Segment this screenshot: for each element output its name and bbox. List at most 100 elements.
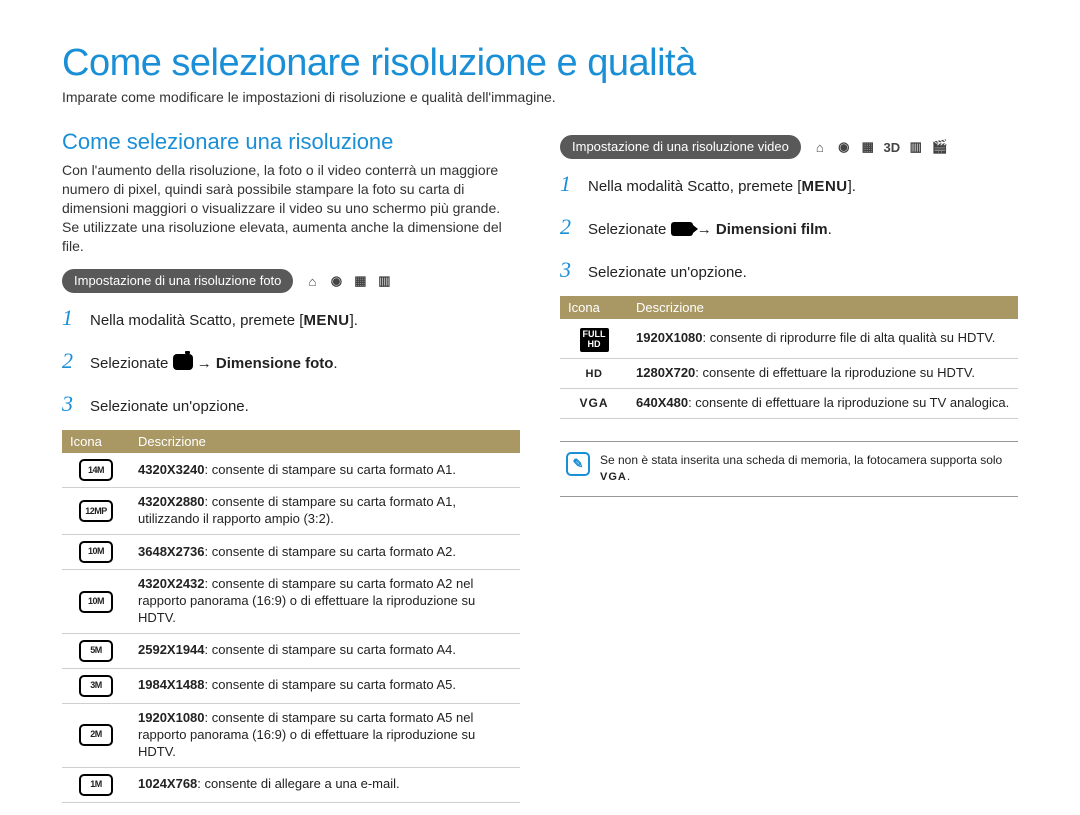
table-row: 5M 2592X1944: consente di stampare su car… — [62, 633, 520, 668]
auto-mode-icon: ⌂ — [303, 273, 321, 289]
resolution-icon-cell: 10M — [62, 570, 130, 634]
step-text: Nella modalità Scatto, premete [MENU]. — [90, 310, 358, 333]
video-resolution-pill: Impostazione di una risoluzione video — [560, 135, 801, 159]
table-row: VGA 640X480: consente di effettuare la ri… — [560, 388, 1018, 418]
photo-resolution-pill: Impostazione di una risoluzione foto — [62, 269, 293, 293]
step-item: 3 Selezionate un'opzione. — [560, 253, 1018, 286]
video-desc-cell: 1920X1080: consente di riprodurre file d… — [628, 319, 1018, 358]
step-number: 1 — [62, 301, 78, 334]
movie-mode-icon: 🎬 — [931, 139, 949, 155]
resolution-value: 4320X2880 — [138, 494, 205, 509]
resolution-value: 4320X2432 — [138, 576, 205, 591]
step-item: 1 Nella modalità Scatto, premete [MENU]. — [62, 301, 520, 334]
3d-mode-icon: 3D — [883, 139, 901, 155]
resolution-value: 1920X1080 — [138, 710, 205, 725]
video-icon-cell: VGA — [560, 388, 628, 418]
table-header-icon: Icona — [62, 430, 130, 453]
video-resolution-value: 1920X1080 — [636, 330, 703, 345]
dual-mode-icon: ▥ — [375, 273, 393, 289]
step-item: 2 Selezionate → Dimensioni film. — [560, 210, 1018, 243]
right-column: Impostazione di una risoluzione video ⌂ … — [560, 129, 1018, 803]
video-resolution-value: 1280X720 — [636, 365, 695, 380]
note-icon: ✎ — [566, 452, 590, 476]
page-intro: Imparate come modificare le impostazioni… — [62, 89, 1018, 105]
resolution-desc-cell: 3648X2736: consente di stampare su carta… — [130, 535, 520, 570]
resolution-desc-cell: 4320X2880: consente di stampare su carta… — [130, 488, 520, 535]
photo-resolution-table: Icona Descrizione 14M 4320X3240: consente… — [62, 430, 520, 802]
vga-icon: VGA — [579, 396, 608, 410]
resolution-icon-cell: 12MP — [62, 488, 130, 535]
left-pill-row: Impostazione di una risoluzione foto ⌂ ◉… — [62, 269, 520, 293]
step-item: 2 Selezionate → Dimensione foto. — [62, 344, 520, 377]
resolution-value: 1024X768 — [138, 776, 197, 791]
manual-page: Come selezionare risoluzione e qualità I… — [0, 0, 1080, 815]
step-text: Selezionate → Dimensioni film. — [588, 219, 832, 242]
program-mode-icon: ◉ — [835, 139, 853, 155]
table-row: 12MP 4320X2880: consente di stampare su c… — [62, 488, 520, 535]
video-desc-cell: 1280X720: consente di effettuare la ripr… — [628, 358, 1018, 388]
table-row: FULLHD 1920X1080: consente di riprodurre … — [560, 319, 1018, 358]
auto-mode-icon: ⌂ — [811, 139, 829, 155]
step-text: Selezionate → Dimensione foto. — [90, 353, 338, 376]
resolution-desc: : consente di stampare su carta formato … — [205, 544, 456, 559]
video-icon — [671, 222, 693, 236]
content-columns: Come selezionare una risoluzione Con l'a… — [62, 129, 1018, 803]
right-pill-row: Impostazione di una risoluzione video ⌂ … — [560, 135, 1018, 159]
video-icon-cell: HD — [560, 358, 628, 388]
resolution-icon-cell: 3M — [62, 668, 130, 703]
right-steps: 1 Nella modalità Scatto, premete [MENU].… — [560, 167, 1018, 286]
resolution-icon: 2M — [79, 724, 113, 746]
resolution-icon: 10M — [79, 591, 113, 613]
resolution-icon: 1M — [79, 774, 113, 796]
resolution-desc-cell: 1920X1080: consente di stampare su carta… — [130, 703, 520, 767]
resolution-icon-cell: 2M — [62, 703, 130, 767]
table-row: 14M 4320X3240: consente di stampare su ca… — [62, 453, 520, 488]
resolution-desc-cell: 1984X1488: consente di stampare su carta… — [130, 668, 520, 703]
resolution-icon-cell: 10M — [62, 535, 130, 570]
resolution-desc-cell: 1024X768: consente di allegare a una e-m… — [130, 767, 520, 802]
resolution-icon: 12MP — [79, 500, 113, 522]
step-item: 1 Nella modalità Scatto, premete [MENU]. — [560, 167, 1018, 200]
table-row: 10M4320X2432: consente di stampare su ca… — [62, 570, 520, 634]
table-header-desc: Descrizione — [628, 296, 1018, 319]
step-text: Selezionate un'opzione. — [90, 396, 249, 419]
menu-button-label: MENU — [801, 176, 847, 199]
right-mode-icons: ⌂ ◉ ▦ 3D ▥ 🎬 — [811, 139, 949, 155]
resolution-icon: 3M — [79, 675, 113, 697]
step-number: 2 — [62, 344, 78, 377]
resolution-icon: 14M — [79, 459, 113, 481]
resolution-desc-cell: 2592X1944: consente di stampare su carta… — [130, 633, 520, 668]
hd-icon: HD — [586, 368, 603, 380]
memory-card-note: ✎ Se non è stata inserita una scheda di … — [560, 441, 1018, 497]
fullhd-icon: FULLHD — [580, 328, 609, 352]
resolution-icon: 10M — [79, 541, 113, 563]
video-resolution-table: Icona Descrizione FULLHD1920X1080: conse… — [560, 296, 1018, 419]
resolution-desc: : consente di stampare su carta formato … — [205, 462, 456, 477]
note-text: Se non è stata inserita una scheda di me… — [600, 452, 1002, 486]
table-row: 3M 1984X1488: consente di stampare su car… — [62, 668, 520, 703]
vga-label: VGA — [600, 471, 627, 483]
resolution-desc: : consente di stampare su carta formato … — [205, 642, 456, 657]
resolution-value: 2592X1944 — [138, 642, 205, 657]
camera-icon — [173, 354, 193, 370]
page-title: Come selezionare risoluzione e qualità — [62, 42, 1018, 85]
step-text: Selezionate un'opzione. — [588, 262, 747, 285]
table-row: 2M 1920X1080: consente di stampare su car… — [62, 703, 520, 767]
video-resolution-desc: : consente di riprodurre file di alta qu… — [703, 330, 996, 345]
step-number: 2 — [560, 210, 576, 243]
resolution-icon: 5M — [79, 640, 113, 662]
table-header-icon: Icona — [560, 296, 628, 319]
dual-mode-icon: ▥ — [907, 139, 925, 155]
table-row: 1M 1024X768: consente di allegare a una e… — [62, 767, 520, 802]
video-desc-cell: 640X480: consente di effettuare la ripro… — [628, 388, 1018, 418]
table-row: HD 1280X720: consente di effettuare la ri… — [560, 358, 1018, 388]
step-number: 1 — [560, 167, 576, 200]
video-resolution-desc: : consente di effettuare la riproduzione… — [695, 365, 975, 380]
resolution-value: 3648X2736 — [138, 544, 205, 559]
resolution-desc-cell: 4320X3240: consente di stampare su carta… — [130, 453, 520, 488]
step-item: 3 Selezionate un'opzione. — [62, 387, 520, 420]
resolution-icon-cell: 5M — [62, 633, 130, 668]
step-text: Nella modalità Scatto, premete [MENU]. — [588, 176, 856, 199]
scene-mode-icon: ▦ — [859, 139, 877, 155]
table-header-desc: Descrizione — [130, 430, 520, 453]
